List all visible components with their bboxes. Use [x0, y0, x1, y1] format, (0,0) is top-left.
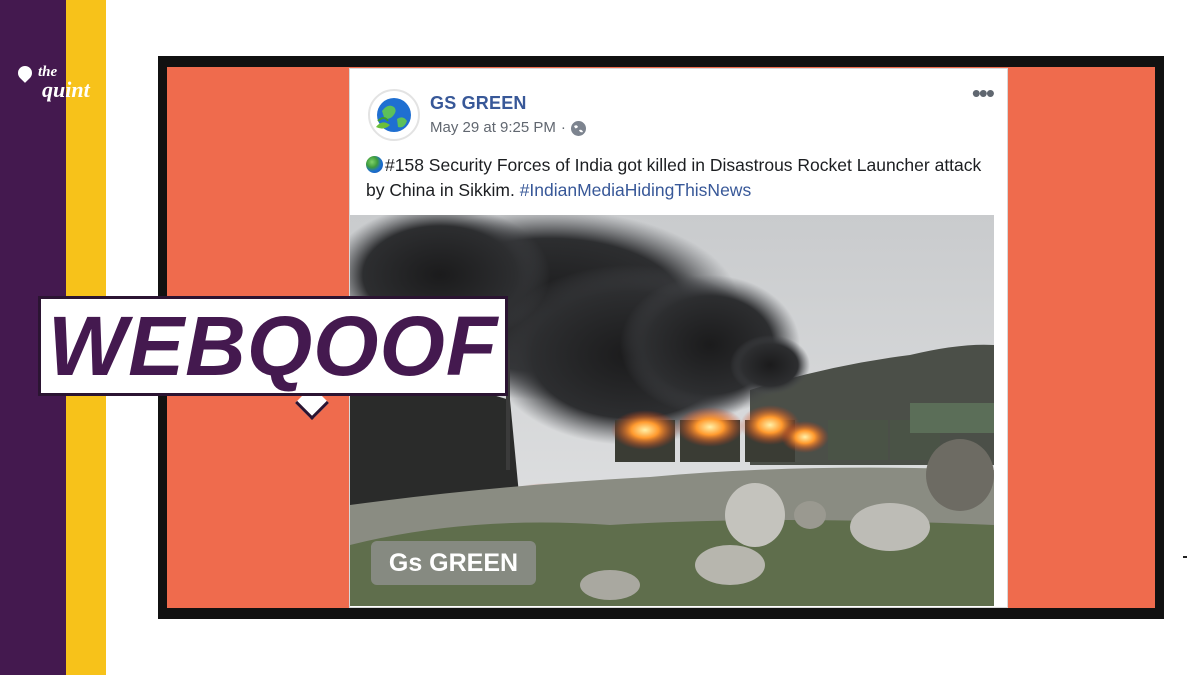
post-text: #158 Security Forces of India got killed…: [366, 153, 996, 203]
avatar[interactable]: [368, 89, 420, 141]
post-photo[interactable]: Gs GREEN: [350, 215, 994, 606]
photo-watermark: Gs GREEN: [371, 541, 536, 585]
webqoof-banner: WEBQOOF: [38, 296, 508, 420]
logo-line-2: quint: [42, 77, 90, 102]
earth-emoji-icon: [366, 156, 383, 173]
post-hashtag[interactable]: #IndianMediaHidingThisNews: [520, 180, 752, 200]
more-options-icon[interactable]: •••: [972, 80, 995, 106]
meta-separator: ·: [560, 119, 566, 136]
page: the quint GS GREEN May 29 at 9:25 PM · •…: [0, 0, 1200, 675]
the-quint-logo: the quint: [14, 63, 94, 108]
earth-avatar-icon: [376, 98, 411, 132]
stray-mark: [1183, 556, 1187, 558]
post-author[interactable]: GS GREEN: [430, 93, 527, 114]
post-meta: May 29 at 9:25 PM ·: [430, 119, 586, 136]
quint-leaf-icon: [15, 63, 35, 83]
globe-icon: [570, 121, 586, 136]
post-timestamp[interactable]: May 29 at 9:25 PM: [430, 119, 556, 136]
banner-label: WEBQOOF: [47, 299, 499, 393]
